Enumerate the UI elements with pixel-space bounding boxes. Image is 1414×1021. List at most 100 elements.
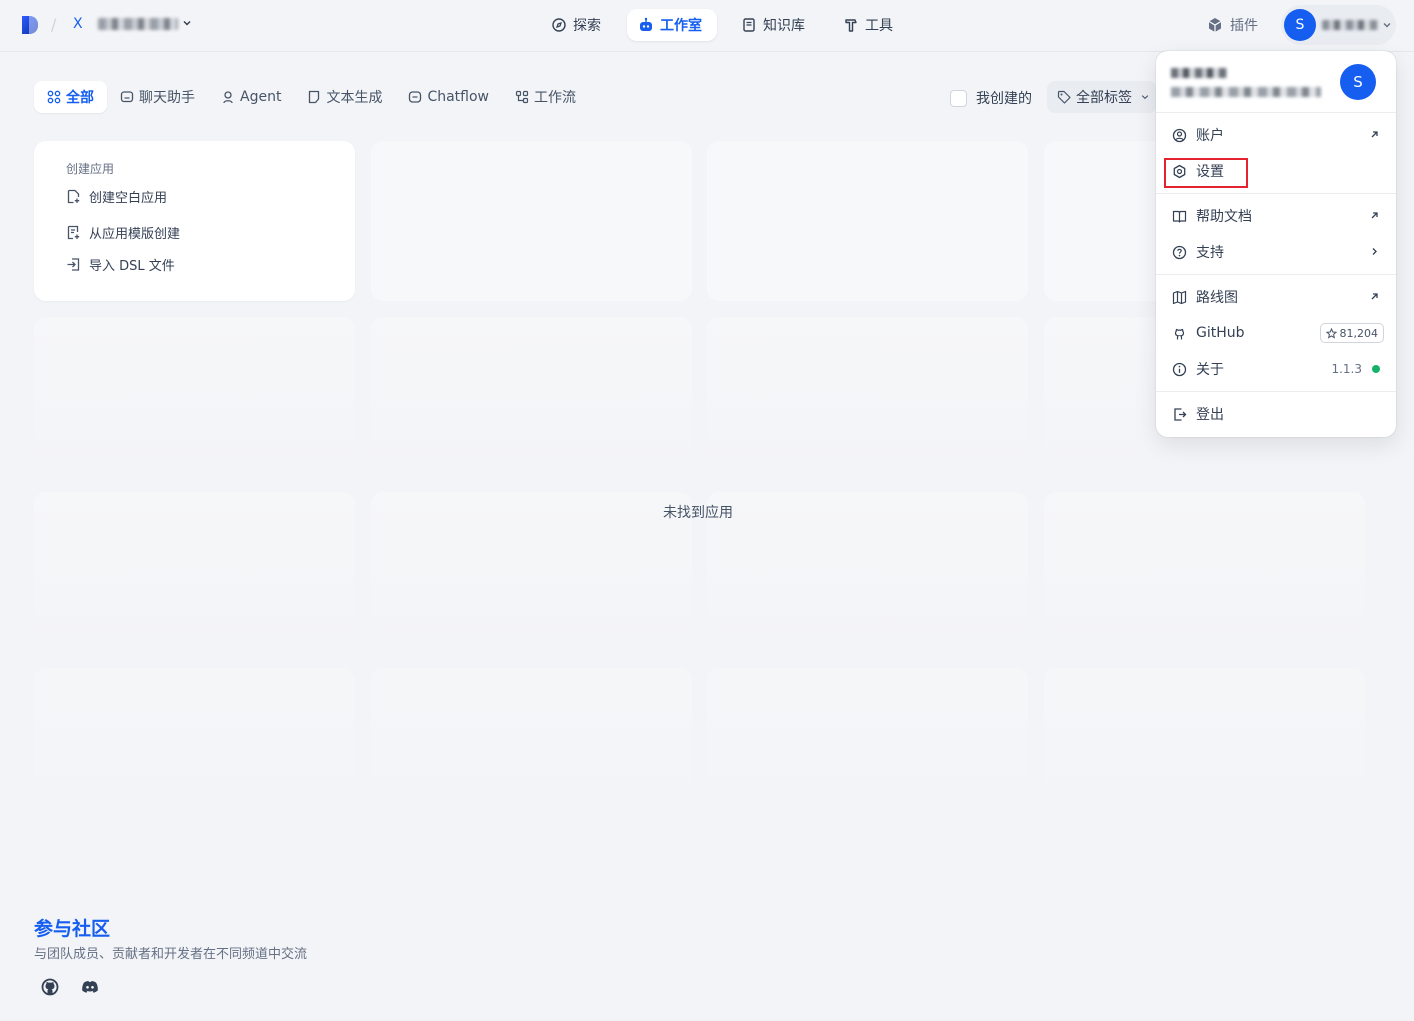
github-icon[interactable]	[40, 977, 60, 997]
menu-item-logout[interactable]: 登出	[1164, 398, 1388, 430]
menu-item-account-label: 账户	[1196, 128, 1224, 144]
external-link-icon	[1371, 293, 1378, 300]
tag-filter-label: 全部标签	[1076, 90, 1132, 106]
tab-agent-label: Agent	[240, 89, 282, 105]
menu-item-support-label: 支持	[1196, 245, 1224, 261]
nav-studio-label: 工作室	[660, 18, 702, 34]
app-card-placeholder	[371, 141, 692, 301]
tab-workflow[interactable]: 工作流	[502, 81, 589, 113]
nav-tools-label: 工具	[865, 18, 893, 34]
workspace-name-redacted[interactable]	[98, 18, 178, 30]
user-name-redacted	[1322, 20, 1378, 30]
menu-item-github-label: GitHub	[1196, 325, 1245, 341]
menu-item-roadmap-label: 路线图	[1196, 290, 1238, 306]
tag-icon	[1057, 90, 1071, 104]
nav-explore-label: 探索	[573, 18, 601, 34]
chevron-right-icon	[1372, 248, 1377, 255]
github-icon	[1174, 328, 1185, 339]
nav-explore[interactable]: 探索	[540, 9, 612, 41]
menu-item-about-label: 关于	[1196, 362, 1224, 378]
nav-knowledge-label: 知识库	[763, 18, 805, 34]
dify-logo-icon[interactable]	[20, 15, 40, 35]
tab-all-label: 全部	[66, 90, 94, 106]
tab-agent[interactable]: Agent	[208, 81, 294, 113]
chevron-down-icon	[1141, 95, 1149, 100]
created-by-me-filter[interactable]: 我创建的	[950, 88, 1032, 108]
external-link-icon	[1371, 131, 1378, 138]
nav-studio[interactable]: 工作室	[627, 9, 717, 41]
app-card-placeholder	[1044, 668, 1365, 828]
plugins-button[interactable]: 插件	[1206, 15, 1258, 35]
tab-workflow-label: 工作流	[534, 90, 577, 106]
community-title: 参与社区	[34, 918, 111, 940]
agent-icon	[223, 91, 233, 104]
avatar: S	[1340, 64, 1376, 100]
chevron-down-icon	[1383, 23, 1391, 28]
app-card-placeholder	[1044, 492, 1365, 652]
file-plus-icon	[67, 189, 80, 204]
github-stars-badge: 81,204	[1319, 323, 1384, 343]
tab-text-generation[interactable]: 文本生成	[294, 81, 395, 113]
app-card-placeholder	[707, 317, 1028, 477]
document-icon	[309, 90, 320, 104]
workspace-initial[interactable]: X	[73, 16, 83, 32]
menu-item-help-docs-label: 帮助文档	[1196, 209, 1252, 225]
created-by-me-checkbox[interactable]	[950, 89, 967, 107]
menu-item-support[interactable]: 支持	[1164, 236, 1388, 268]
user-circle-icon	[1172, 128, 1187, 142]
menu-divider	[1156, 274, 1396, 275]
nav-tools[interactable]: 工具	[832, 9, 904, 41]
plugins-label: 插件	[1230, 18, 1258, 34]
menu-item-logout-label: 登出	[1196, 407, 1224, 423]
create-blank-app-button[interactable]: 创建空白应用	[66, 187, 167, 206]
menu-item-account[interactable]: 账户	[1164, 119, 1388, 151]
menu-item-roadmap[interactable]: 路线图	[1164, 281, 1388, 313]
hammer-icon	[845, 19, 857, 32]
import-icon	[67, 258, 80, 271]
import-dsl-label: 导入 DSL 文件	[89, 259, 175, 274]
chevron-down-icon[interactable]	[182, 18, 192, 28]
user-menu-trigger[interactable]: S	[1281, 5, 1396, 45]
create-app-card: 创建应用 创建空白应用 从应用模版创建 导入 DSL 文件	[34, 141, 355, 301]
question-circle-icon	[1172, 245, 1187, 259]
nav-knowledge[interactable]: 知识库	[730, 9, 816, 41]
menu-divider	[1156, 193, 1396, 194]
book-icon	[743, 18, 755, 32]
tab-chat-assistant[interactable]: 聊天助手	[107, 81, 208, 113]
created-by-me-label: 我创建的	[976, 91, 1032, 107]
create-from-template-button[interactable]: 从应用模版创建	[66, 223, 180, 242]
import-dsl-button[interactable]: 导入 DSL 文件	[66, 255, 175, 274]
tab-all[interactable]: 全部	[34, 81, 107, 113]
app-card-placeholder	[707, 668, 1028, 828]
status-indicator	[1372, 365, 1380, 373]
template-icon	[67, 225, 80, 240]
user-name-redacted	[1171, 68, 1227, 78]
empty-state-message: 未找到应用	[663, 505, 733, 521]
logout-icon	[1174, 407, 1187, 421]
external-link-icon	[1371, 212, 1378, 219]
chat-icon	[120, 91, 134, 103]
open-book-icon	[1172, 210, 1187, 223]
app-version: 1.1.3	[1331, 362, 1362, 376]
app-card-placeholder	[34, 317, 355, 477]
discord-icon[interactable]	[80, 977, 100, 997]
settings-highlight-annotation	[1164, 158, 1248, 188]
tag-filter-dropdown[interactable]: 全部标签	[1047, 81, 1157, 113]
menu-item-help-docs[interactable]: 帮助文档	[1164, 200, 1388, 232]
workflow-icon	[515, 90, 529, 104]
tab-chatflow[interactable]: Chatflow	[395, 81, 502, 113]
menu-item-about[interactable]: 关于 1.1.3	[1164, 353, 1388, 385]
tab-chat-assistant-label: 聊天助手	[139, 90, 195, 106]
compass-icon	[552, 18, 566, 32]
info-circle-icon	[1172, 362, 1187, 376]
tab-text-generation-label: 文本生成	[326, 90, 383, 106]
breadcrumb-separator: /	[51, 15, 57, 34]
github-stars-count: 81,204	[1339, 326, 1379, 340]
grid-icon	[47, 90, 61, 104]
create-app-title: 创建应用	[66, 162, 115, 176]
user-profile-header: S	[1156, 51, 1396, 113]
app-card-placeholder	[371, 317, 692, 477]
menu-item-github[interactable]: GitHub 81,204	[1164, 317, 1388, 349]
app-card-placeholder	[707, 141, 1028, 301]
user-dropdown-menu: S 账户 设置 帮助文档 支持 路线图 GitHub 81,204 关于 1.1…	[1156, 51, 1396, 437]
